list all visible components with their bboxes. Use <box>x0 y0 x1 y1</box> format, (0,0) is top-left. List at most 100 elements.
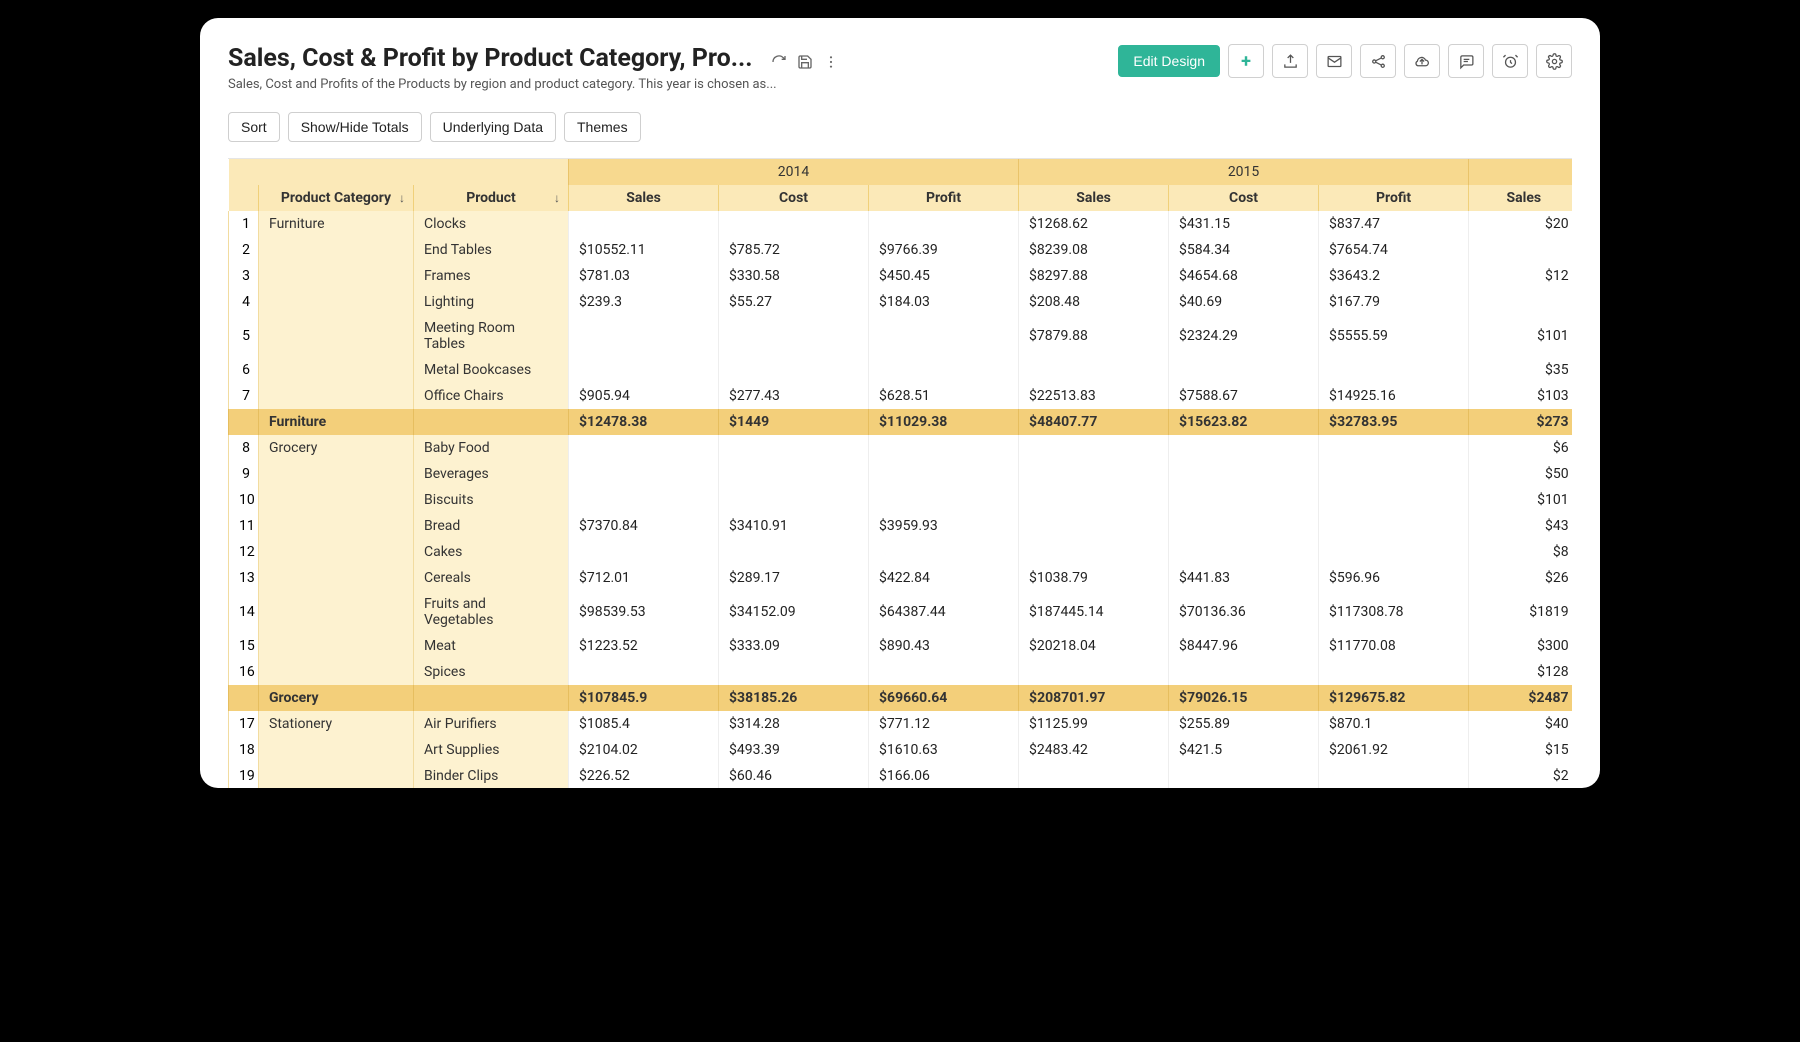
product-category-header[interactable]: Product Category ↓ <box>259 185 414 211</box>
product-cell: Bread <box>414 513 569 539</box>
year-2014-header[interactable]: 2014 <box>569 159 1019 185</box>
table-row[interactable]: 19Binder Clips$226.52$60.46$166.06$2 <box>229 763 1573 788</box>
category-cell <box>259 763 414 788</box>
table-row[interactable]: 12Cakes$8 <box>229 539 1573 565</box>
underlying-data-button[interactable]: Underlying Data <box>430 112 556 142</box>
value-cell <box>1469 289 1572 315</box>
product-header-label: Product <box>466 190 516 206</box>
export-icon[interactable] <box>1272 44 1308 78</box>
table-row[interactable]: 14Fruits and Vegetables$98539.53$34152.0… <box>229 591 1573 633</box>
subtotal-value: $273 <box>1469 409 1572 435</box>
refresh-icon[interactable] <box>771 54 787 70</box>
year-2015-header[interactable]: 2015 <box>1019 159 1469 185</box>
rownum-header <box>229 185 259 211</box>
subtotal-row[interactable]: Furniture$12478.38$1449$11029.38$48407.7… <box>229 409 1573 435</box>
value-cell: $1038.79 <box>1019 565 1169 591</box>
add-button[interactable]: + <box>1228 44 1264 78</box>
value-cell: $2324.29 <box>1169 315 1319 357</box>
share-icon[interactable] <box>1360 44 1396 78</box>
category-cell <box>259 383 414 409</box>
table-row[interactable]: 5Meeting Room Tables$7879.88$2324.29$555… <box>229 315 1573 357</box>
sales-2014-header[interactable]: Sales <box>569 185 719 211</box>
table-row[interactable]: 17StationeryAir Purifiers$1085.4$314.28$… <box>229 711 1573 737</box>
value-cell: $422.84 <box>869 565 1019 591</box>
profit-2014-header[interactable]: Profit <box>869 185 1019 211</box>
settings-icon[interactable] <box>1536 44 1572 78</box>
profit-2015-header[interactable]: Profit <box>1319 185 1469 211</box>
value-cell <box>1469 237 1572 263</box>
value-cell: $712.01 <box>569 565 719 591</box>
value-cell: $9766.39 <box>869 237 1019 263</box>
row-number: 12 <box>229 539 259 565</box>
value-cell: $431.15 <box>1169 211 1319 237</box>
save-icon[interactable] <box>797 54 813 70</box>
value-cell: $1268.62 <box>1019 211 1169 237</box>
value-cell <box>719 659 869 685</box>
table-row[interactable]: 6Metal Bookcases$35 <box>229 357 1573 383</box>
subtotal-value: $1449 <box>719 409 869 435</box>
subtotal-value: $208701.97 <box>1019 685 1169 711</box>
report-window: Sales, Cost & Profit by Product Category… <box>200 18 1600 788</box>
table-row[interactable]: 13Cereals$712.01$289.17$422.84$1038.79$4… <box>229 565 1573 591</box>
value-cell: $7588.67 <box>1169 383 1319 409</box>
sales-next-header[interactable]: Sales <box>1469 185 1572 211</box>
value-cell: $101 <box>1469 487 1572 513</box>
value-cell: $3643.2 <box>1319 263 1469 289</box>
product-cell: Lighting <box>414 289 569 315</box>
table-row[interactable]: 8GroceryBaby Food$6 <box>229 435 1573 461</box>
sort-button[interactable]: Sort <box>228 112 280 142</box>
value-cell <box>1169 487 1319 513</box>
value-cell: $8297.88 <box>1019 263 1169 289</box>
value-cell: $50 <box>1469 461 1572 487</box>
alarm-icon[interactable] <box>1492 44 1528 78</box>
value-cell: $3410.91 <box>719 513 869 539</box>
table-row[interactable]: 3Frames$781.03$330.58$450.45$8297.88$465… <box>229 263 1573 289</box>
table-row[interactable]: 9Beverages$50 <box>229 461 1573 487</box>
table-row[interactable]: 16Spices$128 <box>229 659 1573 685</box>
subtotal-value: $69660.64 <box>869 685 1019 711</box>
value-cell: $785.72 <box>719 237 869 263</box>
cloud-icon[interactable] <box>1404 44 1440 78</box>
year-next-header[interactable] <box>1469 159 1572 185</box>
product-header[interactable]: Product ↓ <box>414 185 569 211</box>
value-cell: $628.51 <box>869 383 1019 409</box>
category-cell <box>259 487 414 513</box>
value-cell: $98539.53 <box>569 591 719 633</box>
sales-2015-header[interactable]: Sales <box>1019 185 1169 211</box>
value-cell: $8239.08 <box>1019 237 1169 263</box>
category-cell <box>259 633 414 659</box>
table-row[interactable]: 1FurnitureClocks$1268.62$431.15$837.47$2… <box>229 211 1573 237</box>
value-cell: $330.58 <box>719 263 869 289</box>
pivot-grid[interactable]: 2014 2015 Product Category ↓ Product ↓ S… <box>228 158 1572 788</box>
show-hide-totals-button[interactable]: Show/Hide Totals <box>288 112 422 142</box>
edit-design-button[interactable]: Edit Design <box>1118 45 1220 77</box>
sort-desc-icon[interactable]: ↓ <box>399 191 405 205</box>
title-block: Sales, Cost & Profit by Product Category… <box>228 44 1118 92</box>
value-cell: $450.45 <box>869 263 1019 289</box>
subtotal-row[interactable]: Grocery$107845.9$38185.26$69660.64$20870… <box>229 685 1573 711</box>
cost-2014-header[interactable]: Cost <box>719 185 869 211</box>
more-vertical-icon[interactable] <box>823 54 839 70</box>
table-row[interactable]: 11Bread$7370.84$3410.91$3959.93$43 <box>229 513 1573 539</box>
value-cell <box>719 357 869 383</box>
value-cell <box>1169 659 1319 685</box>
value-cell: $55.27 <box>719 289 869 315</box>
value-cell: $60.46 <box>719 763 869 788</box>
sort-desc-icon[interactable]: ↓ <box>554 191 560 205</box>
table-row[interactable]: 15Meat$1223.52$333.09$890.43$20218.04$84… <box>229 633 1573 659</box>
value-cell <box>869 659 1019 685</box>
table-row[interactable]: 18Art Supplies$2104.02$493.39$1610.63$24… <box>229 737 1573 763</box>
table-row[interactable]: 4Lighting$239.3$55.27$184.03$208.48$40.6… <box>229 289 1573 315</box>
table-row[interactable]: 2End Tables$10552.11$785.72$9766.39$8239… <box>229 237 1573 263</box>
comment-icon[interactable] <box>1448 44 1484 78</box>
value-cell <box>1019 659 1169 685</box>
row-number: 4 <box>229 289 259 315</box>
row-number <box>229 409 259 435</box>
table-row[interactable]: 7Office Chairs$905.94$277.43$628.51$2251… <box>229 383 1573 409</box>
mail-icon[interactable] <box>1316 44 1352 78</box>
header-corner <box>229 159 569 185</box>
themes-button[interactable]: Themes <box>564 112 641 142</box>
cost-2015-header[interactable]: Cost <box>1169 185 1319 211</box>
value-cell: $596.96 <box>1319 565 1469 591</box>
table-row[interactable]: 10Biscuits$101 <box>229 487 1573 513</box>
